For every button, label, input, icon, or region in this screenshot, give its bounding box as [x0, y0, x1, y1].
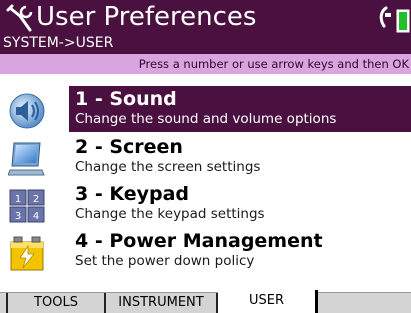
page-title: User Preferences — [36, 2, 257, 32]
menu-item-body: 3 - Keypad Change the keypad settings — [69, 181, 411, 227]
svg-text:2: 2 — [33, 194, 39, 205]
power-plug-icon — [379, 6, 391, 28]
instruction-bar: Press a number or use arrow keys and the… — [0, 54, 411, 74]
menu-item-power-management[interactable]: 4 - Power Management Set the power down … — [0, 228, 411, 274]
battery-icon — [396, 9, 410, 33]
menu-item-description: Set the power down policy — [75, 253, 255, 269]
menu-item-description: Change the sound and volume options — [75, 111, 337, 127]
menu-item-title: 4 - Power Management — [75, 230, 323, 252]
menu-item-body: 2 - Screen Change the screen settings — [69, 134, 411, 180]
svg-text:4: 4 — [33, 211, 39, 222]
menu-item-body: 1 - Sound Change the sound and volume op… — [69, 86, 411, 132]
menu-item-title: 1 - Sound — [75, 88, 177, 110]
menu-item-body: 4 - Power Management Set the power down … — [69, 228, 411, 274]
menu-item-sound[interactable]: 1 - Sound Change the sound and volume op… — [0, 86, 411, 132]
tab-instrument[interactable]: INSTRUMENT — [106, 293, 218, 313]
menu-item-title: 3 - Keypad — [75, 183, 190, 205]
breadcrumb: SYSTEM->USER — [3, 35, 114, 51]
monitor-icon — [8, 142, 45, 176]
svg-text:3: 3 — [15, 211, 21, 222]
instruction-text: Press a number or use arrow keys and the… — [138, 57, 409, 71]
menu-item-title: 2 - Screen — [75, 136, 183, 158]
keypad-icon: 1 2 3 4 — [9, 189, 45, 223]
title-bar: User Preferences SYSTEM->USER — [0, 0, 411, 54]
tab-tools[interactable]: TOOLS — [6, 293, 106, 313]
menu-item-keypad[interactable]: 1 2 3 4 3 - Keypad Change the keypad set… — [0, 181, 411, 227]
svg-text:1: 1 — [15, 194, 21, 205]
battery-charge-icon — [10, 236, 44, 271]
menu-item-description: Change the keypad settings — [75, 206, 265, 222]
menu-item-screen[interactable]: 2 - Screen Change the screen settings — [0, 134, 411, 180]
menu-item-description: Change the screen settings — [75, 159, 261, 175]
speaker-icon — [9, 93, 45, 129]
tab-bar: TOOLS INSTRUMENT USER — [0, 290, 411, 313]
tab-user[interactable]: USER — [218, 290, 318, 313]
tools-icon — [6, 4, 33, 32]
